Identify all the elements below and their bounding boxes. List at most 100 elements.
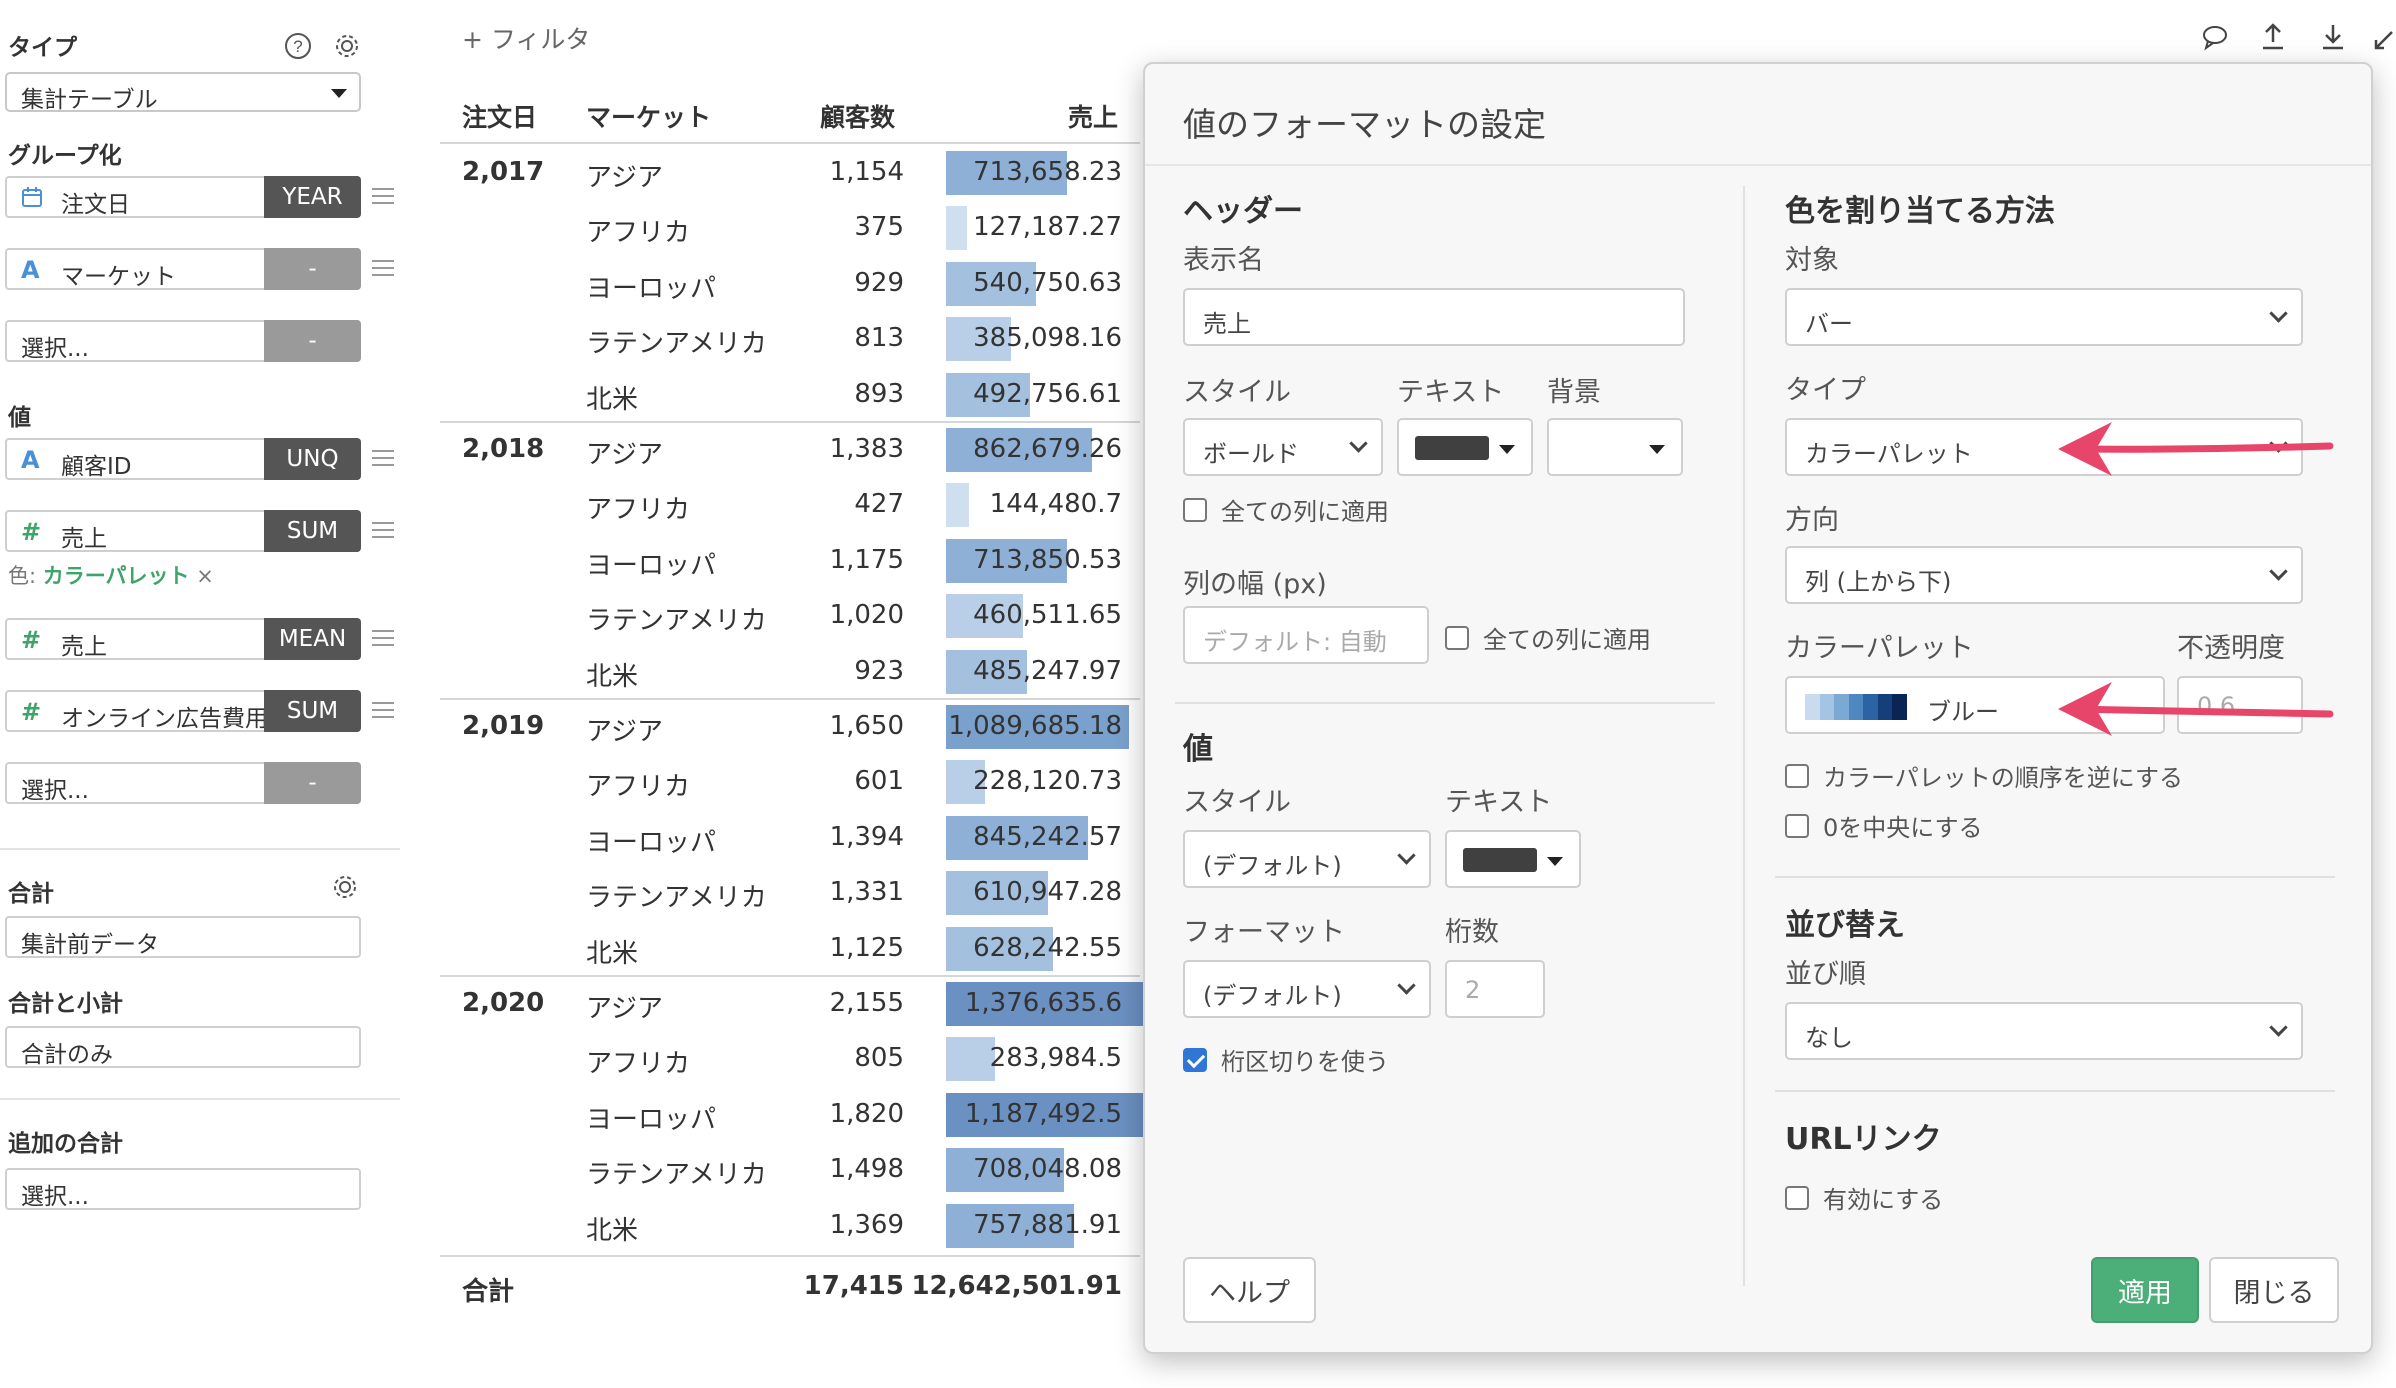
group-field-market[interactable]: A マーケット - [5, 248, 361, 290]
close-button[interactable]: 閉じる [2209, 1257, 2339, 1323]
target-select[interactable]: バー [1785, 288, 2303, 346]
upload-icon[interactable] [2258, 22, 2288, 52]
sales-cell: 283,984.5 [989, 1043, 1122, 1074]
apply-button[interactable]: 適用 [2091, 1257, 2199, 1323]
text-label: テキスト [1397, 377, 1505, 408]
group-field-order-date[interactable]: 注文日 YEAR [5, 176, 361, 218]
apply-all-columns-checkbox[interactable]: 全ての列に適用 [1183, 492, 1389, 527]
target-value: バー [1805, 310, 1853, 338]
extra-total-select[interactable]: 選択... [5, 1168, 361, 1210]
value-field-online-ad[interactable]: # オンライン広告費用 SUM [5, 690, 361, 732]
year-cell: 2,020 [462, 988, 545, 1018]
reverse-palette-checkbox[interactable]: カラーパレットの順序を逆にする [1785, 758, 2183, 793]
subtotal-section-title: 合計と小計 [8, 991, 123, 1017]
drag-handle-icon[interactable] [372, 630, 394, 648]
type-section-title: タイプ [8, 35, 77, 61]
value-field-sales-mean[interactable]: # 売上 MEAN [5, 618, 361, 660]
header-style-select[interactable]: ボールド [1183, 418, 1383, 476]
drag-handle-icon[interactable] [372, 702, 394, 720]
color-note: 色: カラーパレット × [8, 560, 214, 590]
text-type-icon: A [21, 446, 40, 474]
thousands-separator-checkbox[interactable]: 桁区切りを使う [1183, 1042, 1389, 1077]
drag-handle-icon[interactable] [372, 450, 394, 468]
agg-button[interactable]: SUM [264, 690, 361, 732]
digits-input[interactable]: 2 [1445, 960, 1545, 1018]
checkbox[interactable] [1183, 497, 1207, 522]
agg-button[interactable]: UNQ [264, 438, 361, 480]
total-select[interactable]: 集計前データ [5, 916, 361, 958]
divider [1175, 702, 1715, 704]
drag-handle-icon[interactable] [372, 260, 394, 278]
svg-text:?: ? [293, 37, 302, 56]
table-row: ヨーロッパ 1,175 713,850.53 [440, 533, 1140, 588]
color-note-value[interactable]: カラーパレット [43, 564, 190, 588]
table-row: ラテンアメリカ 1,498 708,048.08 [440, 1142, 1140, 1197]
value-text-color-select[interactable] [1445, 830, 1581, 888]
apply-all-columns-width-checkbox[interactable]: 全ての列に適用 [1445, 620, 1651, 655]
sales-bar [946, 483, 969, 528]
table-row: アフリカ 601 228,120.73 [440, 754, 1140, 809]
customers-cell: 1,383 [829, 434, 904, 464]
header-customers[interactable]: 顧客数 [820, 98, 895, 134]
direction-select[interactable]: 列 (上から下) [1785, 546, 2303, 604]
customers-cell: 1,820 [829, 1098, 904, 1129]
checkbox[interactable] [1785, 763, 1809, 788]
checkbox[interactable] [1785, 813, 1809, 838]
header-text-color-select[interactable] [1397, 418, 1533, 476]
color-type-label: タイプ [1785, 375, 1866, 406]
help-icon[interactable]: ? [281, 29, 315, 63]
value-field-sales-sum[interactable]: # 売上 SUM [5, 510, 361, 552]
help-button[interactable]: ヘルプ [1183, 1257, 1316, 1323]
header-market[interactable]: マーケット [586, 98, 711, 134]
header-order-date[interactable]: 注文日 [462, 98, 537, 134]
customers-cell: 805 [854, 1043, 904, 1074]
total-row: 合計 17,415 12,642,501.91 [440, 1255, 1140, 1310]
expand-icon[interactable] [2372, 22, 2396, 52]
customers-cell: 1,331 [829, 877, 904, 908]
drag-handle-icon[interactable] [372, 522, 394, 540]
type-select[interactable]: 集計テーブル [5, 72, 361, 113]
sort-select[interactable]: なし [1785, 1002, 2303, 1060]
checkbox[interactable] [1785, 1185, 1809, 1210]
value-section-title: 値 [8, 405, 31, 431]
field-label: 顧客ID [61, 454, 132, 480]
header-bg-color-select[interactable] [1547, 418, 1683, 476]
subtotal-select[interactable]: 合計のみ [5, 1026, 361, 1068]
format-select[interactable]: (デフォルト) [1183, 960, 1431, 1018]
text-type-icon: A [21, 256, 40, 284]
customers-cell: 1,125 [829, 932, 904, 963]
download-icon[interactable] [2318, 22, 2348, 52]
year-cell: 2,017 [462, 157, 545, 187]
agg-button[interactable]: - [264, 320, 361, 362]
table-row: アフリカ 805 283,984.5 [440, 1031, 1140, 1086]
display-name-input[interactable]: 売上 [1183, 288, 1685, 346]
column-width-input[interactable]: デフォルト: 自動 [1183, 606, 1429, 664]
group-section-title: グループ化 [8, 143, 122, 169]
value-field-customer-id[interactable]: A 顧客ID UNQ [5, 438, 361, 480]
background-label: 背景 [1547, 377, 1601, 408]
remove-icon[interactable]: × [196, 564, 214, 588]
agg-button[interactable]: MEAN [264, 618, 361, 660]
gear-icon[interactable] [328, 870, 362, 904]
value-style-select[interactable]: (デフォルト) [1183, 830, 1431, 888]
customers-cell: 893 [854, 378, 904, 409]
agg-button[interactable]: - [264, 248, 361, 290]
market-cell: ラテンアメリカ [586, 329, 767, 360]
agg-button[interactable]: YEAR [264, 176, 361, 218]
comment-icon[interactable] [2200, 22, 2230, 52]
palette-label: カラーパレット [1785, 633, 1974, 664]
gear-icon[interactable] [330, 29, 364, 63]
center-zero-checkbox[interactable]: 0を中央にする [1785, 808, 1983, 843]
agg-button[interactable]: SUM [264, 510, 361, 552]
checkbox[interactable] [1445, 625, 1469, 650]
header-sales[interactable]: 売上 [1068, 98, 1118, 134]
agg-button[interactable]: - [264, 762, 361, 804]
group-field-select[interactable]: 選択... - [5, 320, 361, 362]
divider [0, 848, 400, 850]
filter-button[interactable]: + フィルタ [462, 20, 590, 56]
drag-handle-icon[interactable] [372, 188, 394, 206]
value-field-select[interactable]: 選択... - [5, 762, 361, 804]
market-cell: アジア [586, 994, 663, 1024]
checkbox-checked[interactable] [1183, 1047, 1207, 1072]
url-enable-checkbox[interactable]: 有効にする [1785, 1180, 1943, 1215]
